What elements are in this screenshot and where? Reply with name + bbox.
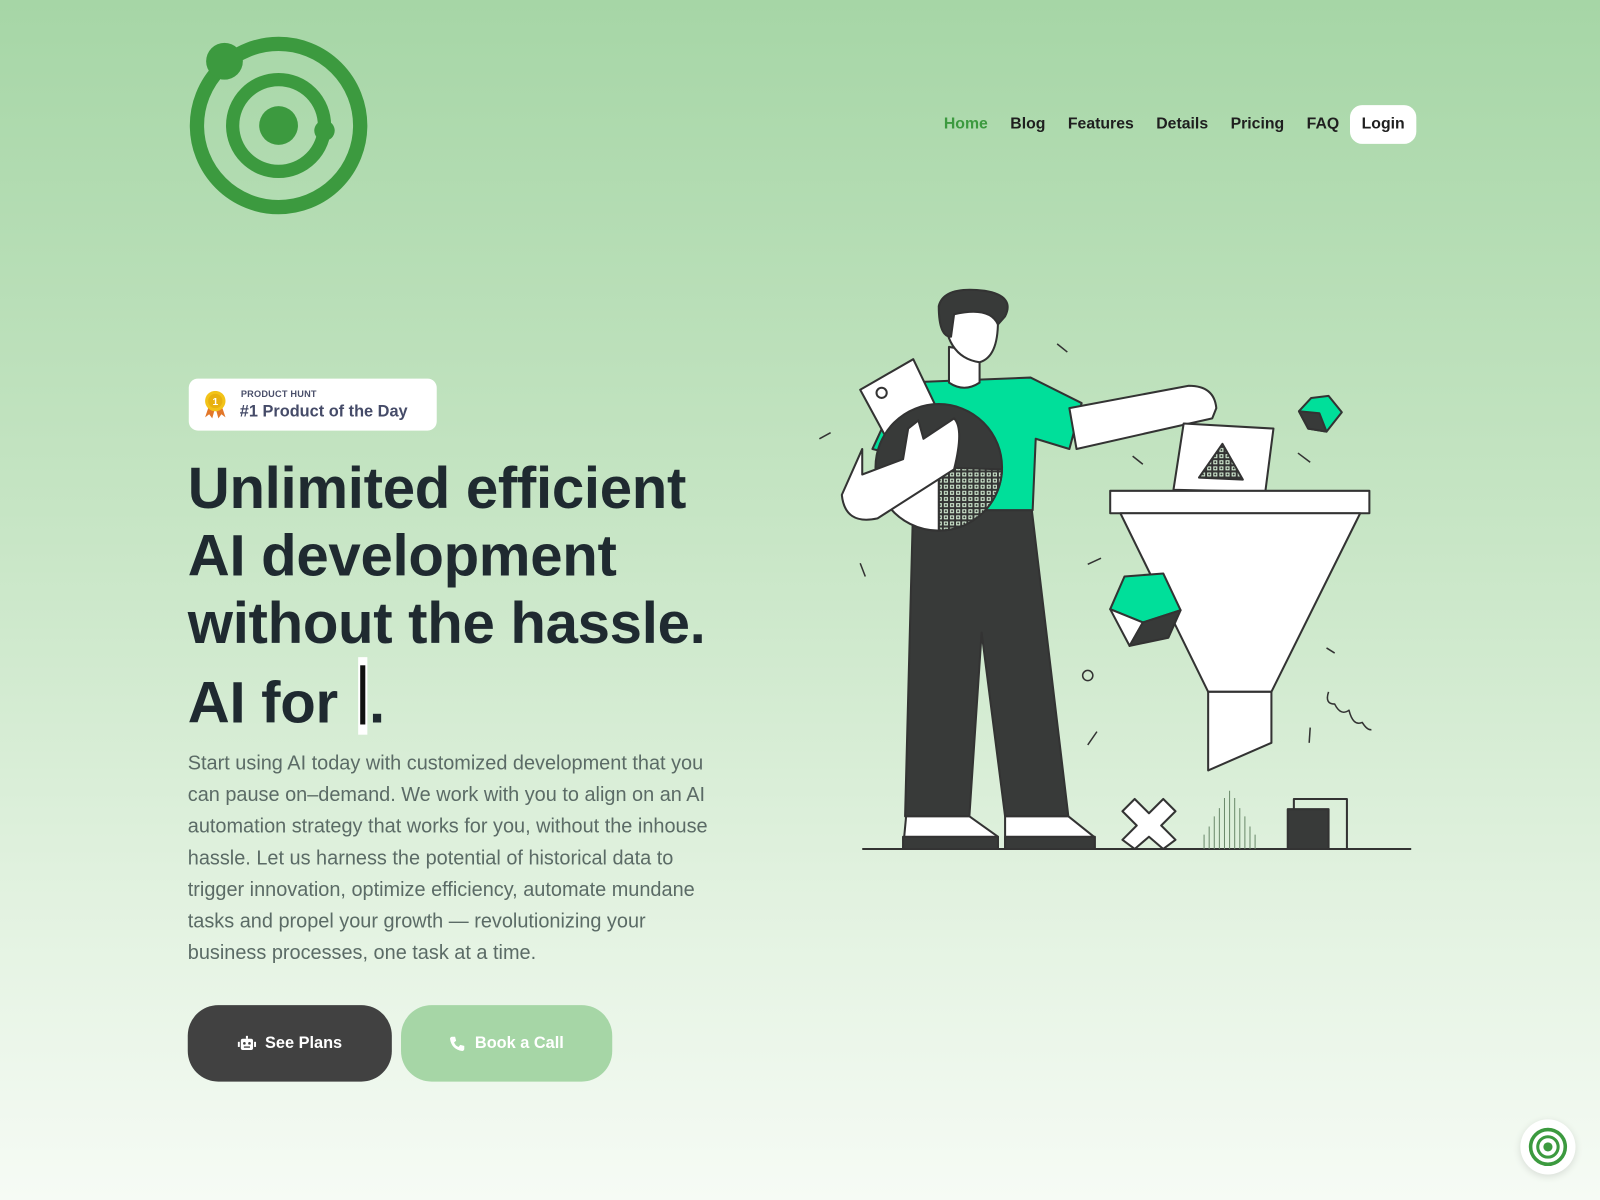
funnel (1109, 489, 1371, 515)
nav-pricing[interactable]: Pricing (1219, 105, 1295, 144)
nav-details[interactable]: Details (1145, 105, 1219, 144)
nav-home[interactable]: Home (933, 105, 999, 144)
medal-icon: 1 (205, 390, 226, 419)
pants (904, 498, 1070, 818)
hero-illustration (819, 288, 1412, 850)
phone-icon (450, 1036, 465, 1051)
headline-line: AI development (187, 523, 617, 589)
target-logo-icon (1528, 1127, 1568, 1167)
badge-title: #1 Product of the Day (239, 403, 408, 421)
headline-line: without the hassle. (187, 590, 706, 657)
brand-logo[interactable] (188, 35, 370, 217)
svg-text:1: 1 (212, 397, 218, 408)
see-plans-label: See Plans (264, 1034, 343, 1052)
main-nav: Home Blog Features Details Pricing FAQ L… (933, 105, 1416, 144)
login-button[interactable]: Login (1350, 105, 1416, 144)
chat-widget-button[interactable] (1520, 1119, 1576, 1175)
nav-features[interactable]: Features (1057, 105, 1145, 144)
typing-cursor (357, 657, 367, 735)
see-plans-button[interactable]: See Plans (187, 1005, 392, 1082)
book-call-label: Book a Call (474, 1034, 564, 1052)
hero-headline: Unlimited efficient AI development witho… (188, 455, 759, 737)
headline-line: Unlimited efficient (187, 456, 687, 522)
badge-kicker: PRODUCT HUNT (240, 388, 317, 399)
headline-suffix: . (368, 670, 385, 736)
book-call-button[interactable]: Book a Call (401, 1005, 613, 1082)
product-hunt-badge[interactable]: 1 PRODUCT HUNT #1 Product of the Day (188, 378, 437, 431)
nav-faq[interactable]: FAQ (1295, 105, 1350, 144)
robot-icon (237, 1035, 256, 1050)
headline-prefix: AI for (187, 670, 354, 736)
hero-description: Start using AI today with customized dev… (187, 752, 708, 965)
nav-blog[interactable]: Blog (999, 105, 1057, 144)
